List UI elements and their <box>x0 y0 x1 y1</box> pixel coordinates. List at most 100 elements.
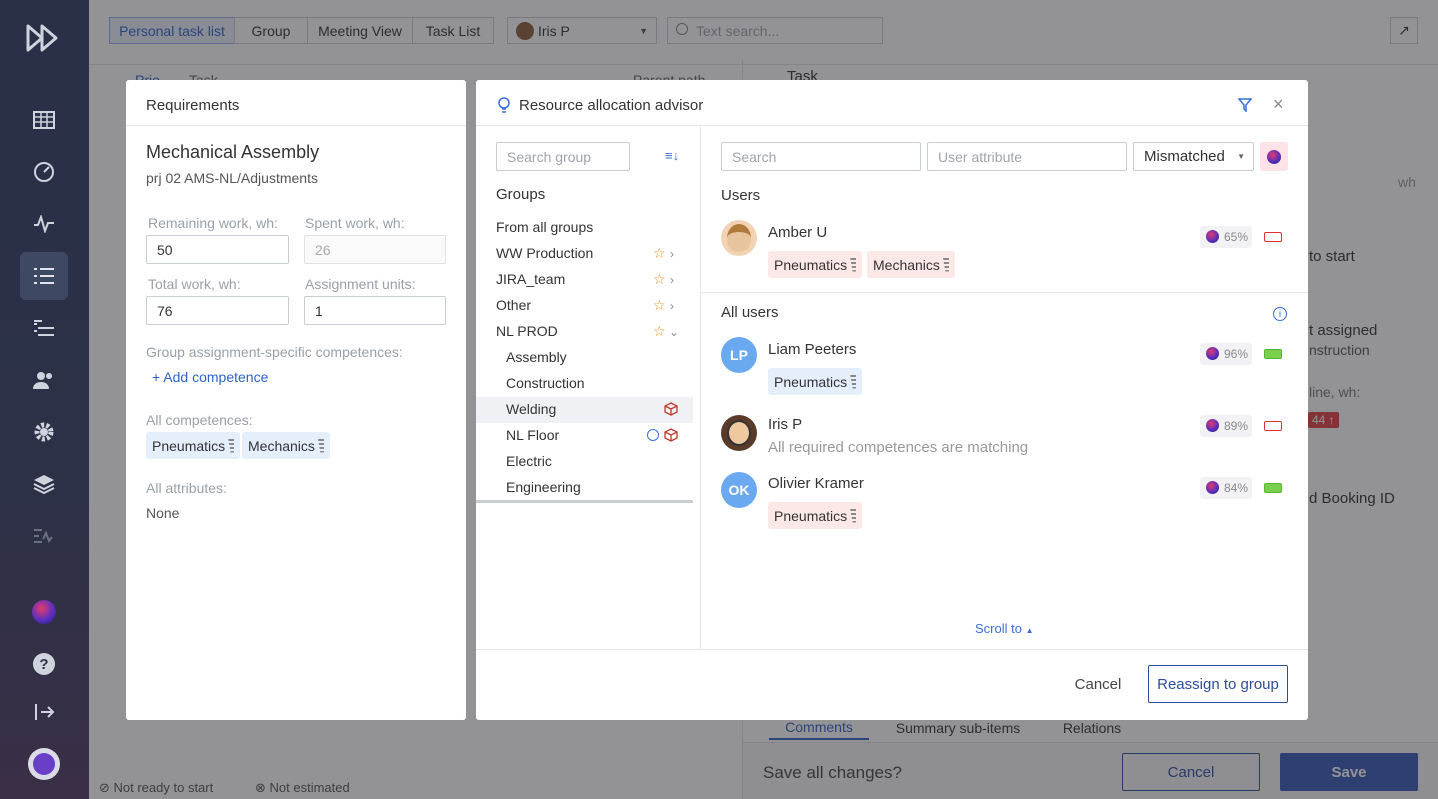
user-name[interactable]: Amber U <box>768 224 827 241</box>
chevron-right-icon[interactable]: › <box>670 299 674 313</box>
user-name[interactable]: Liam Peeters <box>768 341 856 358</box>
competence-name: Mechanics <box>248 437 315 454</box>
chevron-down-icon[interactable]: ⌄ <box>669 325 679 339</box>
tree-list-icon[interactable] <box>24 308 64 348</box>
remaining-work-input[interactable]: 50 <box>146 235 289 264</box>
subgroup-engineering[interactable]: Engineering <box>506 479 581 495</box>
advisor-title: Resource allocation advisor <box>519 97 704 114</box>
task-list-icon[interactable] <box>20 252 68 300</box>
user-attribute-input[interactable]: User attribute <box>927 142 1127 171</box>
competence-chip: Mechanics <box>867 251 955 278</box>
all-users-heading: All users <box>721 304 779 321</box>
match-filter-select[interactable]: Mismatched ▼ <box>1133 142 1254 171</box>
users-heading: Users <box>721 187 761 204</box>
app-logo-icon[interactable] <box>24 18 64 58</box>
ai-orb-icon <box>1206 347 1219 360</box>
competence-chip: Pneumatics <box>768 368 863 395</box>
subgroup-assembly[interactable]: Assembly <box>506 349 567 365</box>
requirements-title: Requirements <box>146 97 240 114</box>
group-item-all[interactable]: From all groups <box>496 219 593 235</box>
logout-icon[interactable] <box>24 692 64 732</box>
ai-toggle-button[interactable] <box>1260 142 1288 171</box>
star-icon[interactable]: ☆ <box>653 297 666 314</box>
competence-chip: Pneumatics <box>768 502 863 529</box>
group-item-other[interactable]: Other <box>496 297 531 313</box>
ai-orb-icon <box>1206 230 1219 243</box>
scroll-to-link[interactable]: Scroll to ▲ <box>975 621 1034 636</box>
group-item-nl-prod[interactable]: NL PROD <box>496 323 558 339</box>
reassign-to-group-button[interactable]: Reassign to group <box>1148 665 1288 703</box>
user-attribute-placeholder: User attribute <box>938 148 1023 165</box>
subgroup-construction[interactable]: Construction <box>506 375 585 391</box>
chevron-down-icon: ▼ <box>1237 152 1245 161</box>
match-score-value: 89% <box>1223 419 1248 433</box>
help-icon[interactable]: ? <box>24 644 64 684</box>
info-icon[interactable]: i <box>1273 307 1287 321</box>
remaining-work-label: Remaining work, wh: <box>148 215 278 231</box>
horizontal-scrollbar[interactable] <box>476 500 693 503</box>
total-work-input[interactable]: 76 <box>146 296 289 325</box>
avatar-lp: LP <box>721 337 757 373</box>
task-name: Mechanical Assembly <box>146 142 320 162</box>
settings-icon[interactable] <box>24 412 64 452</box>
match-note: All required competences are matching <box>768 439 1029 456</box>
level-icon <box>942 257 949 272</box>
level-icon <box>850 508 857 523</box>
lightbulb-icon <box>496 96 512 117</box>
layers-icon[interactable] <box>24 464 64 504</box>
star-icon[interactable]: ☆ <box>653 245 666 262</box>
grid-icon[interactable] <box>24 100 64 140</box>
match-score: 96% <box>1200 343 1252 365</box>
resource-allocation-advisor: Resource allocation advisor × Search gro… <box>476 80 1308 720</box>
match-score-value: 84% <box>1223 481 1248 495</box>
assignment-units-input[interactable]: 1 <box>304 296 446 325</box>
user-name[interactable]: Olivier Kramer <box>768 475 864 492</box>
match-score: 65% <box>1200 226 1252 248</box>
competence-chip: Pneumatics <box>146 432 241 459</box>
competence-name: Pneumatics <box>774 507 848 524</box>
subgroup-electric[interactable]: Electric <box>506 453 552 469</box>
cancel-button[interactable]: Cancel <box>1074 665 1122 703</box>
chevron-right-icon[interactable]: › <box>670 247 674 261</box>
total-work-label: Total work, wh: <box>148 276 241 292</box>
caret-up-icon: ▲ <box>1025 626 1034 635</box>
user-search-placeholder: Search <box>732 148 777 165</box>
add-competence-link[interactable]: + Add competence <box>152 369 268 385</box>
user-name[interactable]: Iris P <box>768 416 802 433</box>
level-icon <box>850 374 857 389</box>
level-icon <box>317 438 324 453</box>
star-icon[interactable]: ☆ <box>653 271 666 288</box>
users-icon[interactable] <box>24 360 64 400</box>
search-group-input[interactable]: Search group <box>496 142 630 171</box>
ai-orb-icon <box>1267 149 1281 164</box>
analytics-icon[interactable] <box>24 516 64 556</box>
workload-battery-icon <box>1264 232 1282 242</box>
group-item-jira-team[interactable]: JIRA_team <box>496 271 565 287</box>
groups-heading: Groups <box>496 186 546 203</box>
competence-chip: Pneumatics <box>768 251 863 278</box>
star-icon[interactable]: ☆ <box>653 323 666 340</box>
user-avatar[interactable] <box>24 744 64 784</box>
cube-icon <box>664 428 678 445</box>
brand-orb-icon[interactable] <box>24 592 64 632</box>
competence-chip: Mechanics <box>242 432 330 459</box>
activity-icon[interactable] <box>24 204 64 244</box>
match-score-value: 96% <box>1223 347 1248 361</box>
chevron-right-icon[interactable]: › <box>670 273 674 287</box>
filter-icon[interactable] <box>1237 98 1253 115</box>
all-attributes-label: All attributes: <box>146 480 227 496</box>
user-search-input[interactable]: Search <box>721 142 921 171</box>
sort-icon[interactable]: ≡↓ <box>665 148 679 163</box>
divider <box>700 126 701 649</box>
avatar-ok: OK <box>721 472 757 508</box>
subgroup-welding[interactable]: Welding <box>506 401 556 417</box>
cube-icon <box>664 402 678 419</box>
workload-battery-icon <box>1264 483 1282 493</box>
dashboard-icon[interactable] <box>24 152 64 192</box>
app-sidebar: ? <box>0 0 89 799</box>
group-item-ww-production[interactable]: WW Production <box>496 245 593 261</box>
subgroup-nl-floor[interactable]: NL Floor <box>506 427 559 443</box>
all-competences-label: All competences: <box>146 412 253 428</box>
ai-orb-icon <box>1206 481 1219 494</box>
close-icon[interactable]: × <box>1273 94 1284 115</box>
